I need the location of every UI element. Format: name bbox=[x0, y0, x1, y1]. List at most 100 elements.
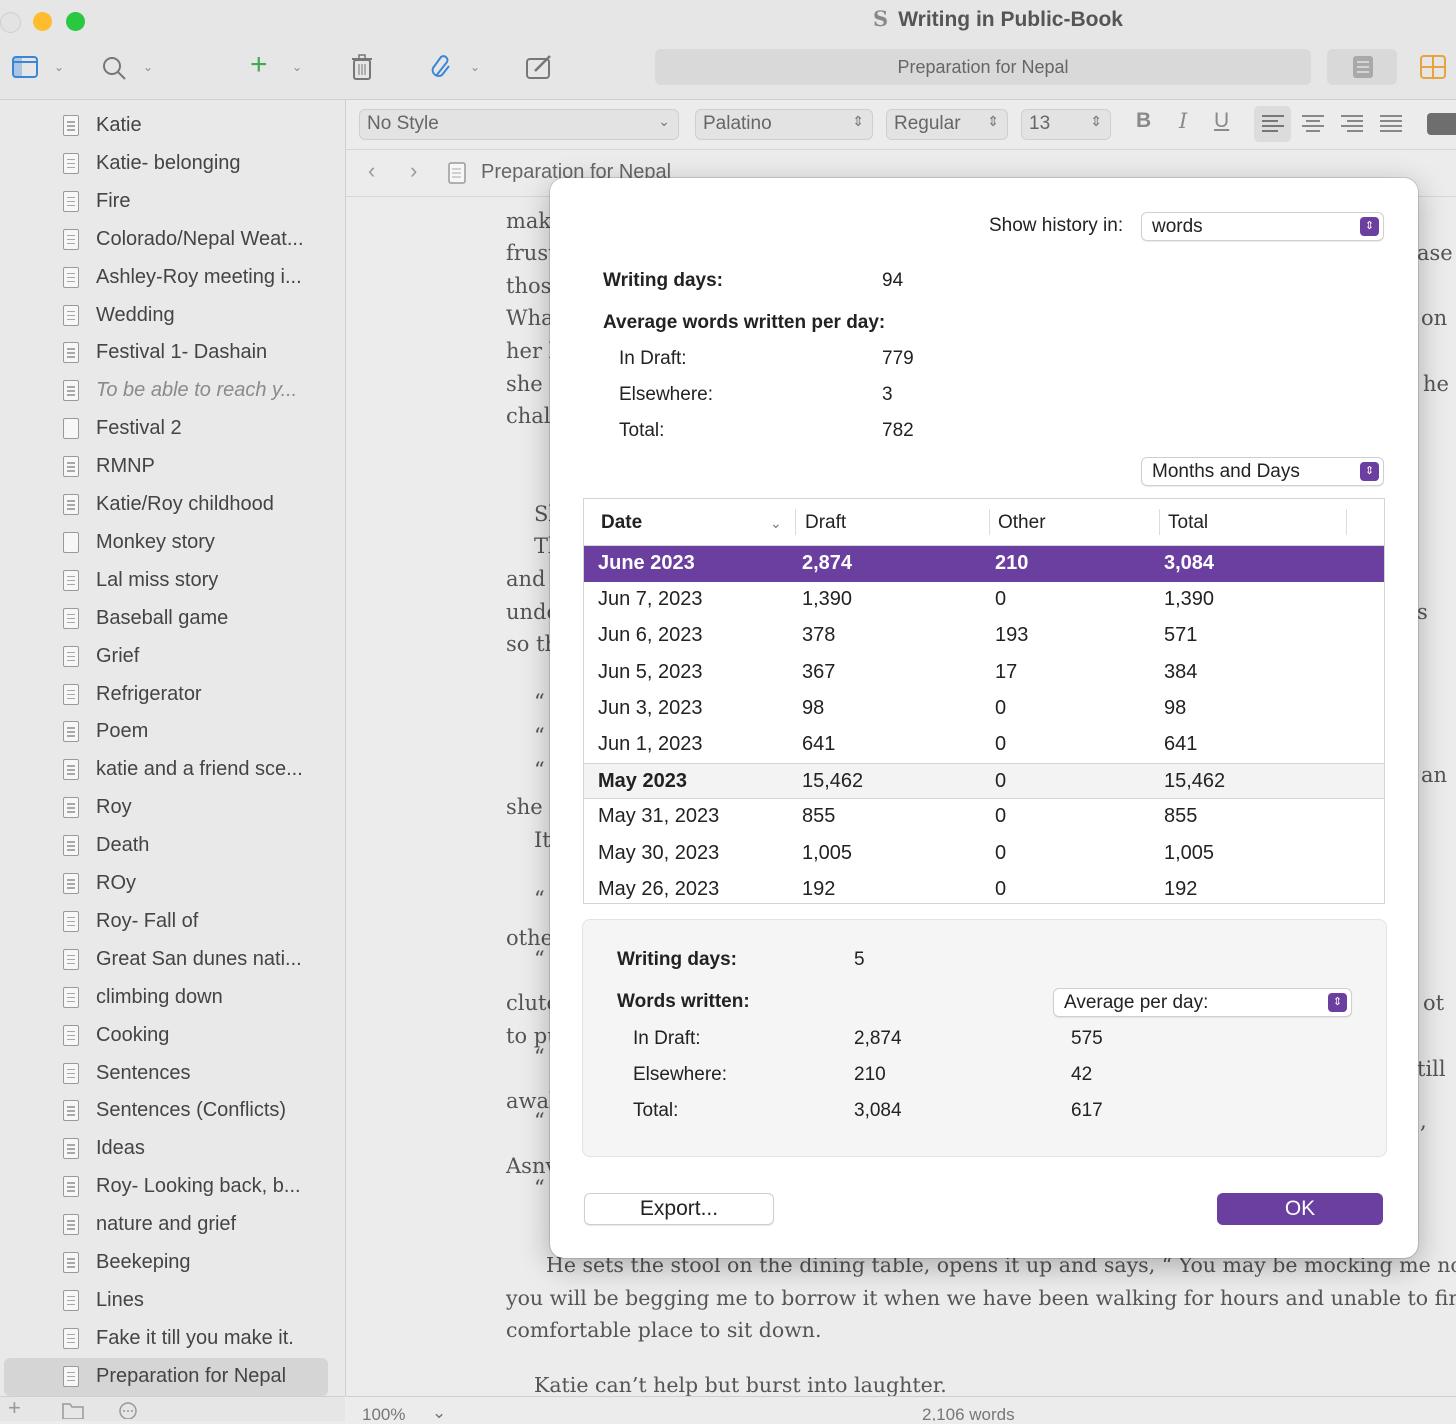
binder-item[interactable]: Ashley-Roy meeting i... bbox=[4, 259, 328, 297]
summary-mode-select[interactable]: Average per day: ⇕ bbox=[1053, 988, 1352, 1017]
table-row[interactable]: May 31, 2023 855 0 855 bbox=[584, 799, 1384, 835]
binder-item[interactable]: climbing down bbox=[4, 979, 328, 1017]
table-row-month[interactable]: June 2023 2,874 210 3,084 bbox=[584, 546, 1384, 582]
ok-button[interactable]: OK bbox=[1217, 1193, 1383, 1225]
document-icon bbox=[63, 910, 79, 932]
document-icon bbox=[63, 759, 79, 781]
text-color-swatch[interactable] bbox=[1427, 113, 1456, 135]
binder-item[interactable]: Festival 2 bbox=[4, 410, 328, 448]
binder-item[interactable]: Sentences bbox=[4, 1055, 328, 1093]
underline-button[interactable]: U bbox=[1214, 109, 1229, 133]
binder-item[interactable]: ROy bbox=[4, 865, 328, 903]
table-cell-date: Jun 1, 2023 bbox=[598, 733, 703, 755]
binder-item[interactable]: Refrigerator bbox=[4, 676, 328, 714]
text-fragment: he bbox=[1423, 372, 1449, 396]
chevron-down-icon[interactable]: ⌄ bbox=[770, 515, 782, 532]
align-right-button[interactable] bbox=[1335, 106, 1372, 147]
align-center-button[interactable] bbox=[1296, 106, 1333, 147]
font-weight-select[interactable]: Regular ⇕ bbox=[886, 109, 1008, 140]
binder-item[interactable]: RMNP bbox=[4, 448, 328, 486]
table-row[interactable]: Jun 1, 2023 641 0 641 bbox=[584, 727, 1384, 763]
align-left-button[interactable] bbox=[1254, 106, 1291, 142]
binder-item[interactable]: Sentences (Conflicts) bbox=[4, 1092, 328, 1130]
column-divider[interactable] bbox=[989, 509, 990, 535]
table-row-month[interactable]: May 2023 15,462 0 15,462 bbox=[584, 763, 1384, 800]
more-options-icon[interactable] bbox=[118, 1399, 158, 1424]
binder-item[interactable]: Death bbox=[4, 827, 328, 865]
binder-item[interactable]: Cooking bbox=[4, 1017, 328, 1055]
table-row[interactable]: May 26, 2023 192 0 192 bbox=[584, 872, 1384, 903]
column-divider[interactable] bbox=[1346, 509, 1347, 535]
column-header-draft[interactable]: Draft bbox=[805, 512, 846, 534]
font-family-select[interactable]: Palatino ⇕ bbox=[695, 109, 873, 140]
add-icon[interactable]: + bbox=[8, 1395, 21, 1421]
binder-item[interactable]: Roy bbox=[4, 789, 328, 827]
search-icon[interactable] bbox=[101, 55, 127, 86]
binder-item[interactable]: Grief bbox=[4, 638, 328, 676]
binder-item[interactable]: Baseball game bbox=[4, 600, 328, 638]
bold-button[interactable]: B bbox=[1136, 109, 1151, 133]
style-select[interactable]: No Style ⌄ bbox=[359, 109, 679, 140]
binder-item[interactable]: To be able to reach y... bbox=[4, 372, 328, 410]
column-header-other[interactable]: Other bbox=[998, 512, 1046, 534]
add-icon[interactable]: + bbox=[250, 50, 268, 80]
binder-item[interactable]: Poem bbox=[4, 713, 328, 751]
binder-item[interactable]: Festival 1- Dashain bbox=[4, 334, 328, 372]
new-folder-icon[interactable] bbox=[62, 1399, 84, 1424]
binder-item[interactable]: Monkey story bbox=[4, 524, 328, 562]
binder-toggle-icon[interactable] bbox=[12, 55, 38, 84]
forward-arrow-icon[interactable]: › bbox=[410, 158, 417, 184]
chevron-down-icon[interactable]: ⌄ bbox=[54, 60, 64, 74]
export-button[interactable]: Export... bbox=[584, 1193, 774, 1225]
table-row[interactable]: Jun 6, 2023 378 193 571 bbox=[584, 618, 1384, 654]
binder-item-label: Fire bbox=[96, 189, 131, 212]
binder-item[interactable]: Preparation for Nepal bbox=[4, 1357, 328, 1396]
binder-item[interactable]: Fire bbox=[4, 183, 328, 221]
zoom-level[interactable]: 100% bbox=[362, 1405, 405, 1421]
italic-button[interactable]: I bbox=[1179, 109, 1187, 133]
table-cell-date: May 31, 2023 bbox=[598, 805, 720, 828]
binder-item[interactable]: Ideas bbox=[4, 1130, 328, 1168]
compose-icon[interactable] bbox=[526, 54, 554, 85]
table-cell-other: 0 bbox=[995, 841, 1007, 864]
binder-item[interactable]: Colorado/Nepal Weat... bbox=[4, 221, 328, 259]
table-cell-other: 0 bbox=[995, 696, 1007, 719]
grouping-select[interactable]: Months and Days ⇕ bbox=[1141, 457, 1384, 486]
binder-item[interactable]: Katie/Roy childhood bbox=[4, 486, 328, 524]
binder-item[interactable]: Lal miss story bbox=[4, 562, 328, 600]
binder-item[interactable]: Beekeping bbox=[4, 1244, 328, 1282]
back-arrow-icon[interactable]: ‹ bbox=[368, 158, 375, 184]
table-row[interactable]: Jun 7, 2023 1,390 0 1,390 bbox=[584, 582, 1384, 618]
paperclip-icon[interactable] bbox=[430, 54, 452, 85]
binder-item[interactable]: katie and a friend sce... bbox=[4, 751, 328, 789]
binder-item[interactable]: nature and grief bbox=[4, 1206, 328, 1244]
document-icon bbox=[63, 531, 79, 553]
binder-item[interactable]: Great San dunes nati... bbox=[4, 941, 328, 979]
font-size-select[interactable]: 13 ⇕ bbox=[1021, 109, 1111, 140]
column-divider[interactable] bbox=[1159, 509, 1160, 535]
binder-item[interactable]: Roy- Fall of bbox=[4, 903, 328, 941]
justify-button[interactable] bbox=[1374, 106, 1411, 147]
chevron-down-icon[interactable]: ⌄ bbox=[432, 1403, 446, 1421]
chevron-down-icon[interactable]: ⌄ bbox=[143, 60, 153, 74]
chevron-down-icon[interactable]: ⌄ bbox=[470, 60, 480, 74]
table-row[interactable]: Jun 5, 2023 367 17 384 bbox=[584, 655, 1384, 691]
binder-item[interactable]: Katie bbox=[4, 107, 328, 145]
binder-item[interactable]: Lines bbox=[4, 1282, 328, 1320]
table-cell-draft: 2,874 bbox=[802, 552, 853, 574]
binder-item[interactable]: Roy- Looking back, b... bbox=[4, 1168, 328, 1206]
table-row[interactable]: May 30, 2023 1,005 0 1,005 bbox=[584, 836, 1384, 872]
column-header-date[interactable]: Date bbox=[601, 512, 642, 534]
column-header-total[interactable]: Total bbox=[1168, 512, 1208, 534]
editor-view-button[interactable] bbox=[1327, 49, 1397, 85]
history-unit-select[interactable]: words ⇕ bbox=[1141, 212, 1384, 241]
binder-item[interactable]: Wedding bbox=[4, 297, 328, 335]
chevron-down-icon[interactable]: ⌄ bbox=[292, 60, 302, 74]
binder-item[interactable]: Katie- belonging bbox=[4, 145, 328, 183]
table-row[interactable]: Jun 3, 2023 98 0 98 bbox=[584, 691, 1384, 727]
trash-icon[interactable] bbox=[351, 54, 373, 85]
corkboard-icon[interactable] bbox=[1420, 55, 1446, 84]
history-table[interactable]: Date ⌄ Draft Other Total June 2023 2,874 2… bbox=[583, 498, 1385, 904]
binder-item[interactable]: Fake it till you make it. bbox=[4, 1320, 328, 1358]
column-divider[interactable] bbox=[795, 509, 796, 535]
